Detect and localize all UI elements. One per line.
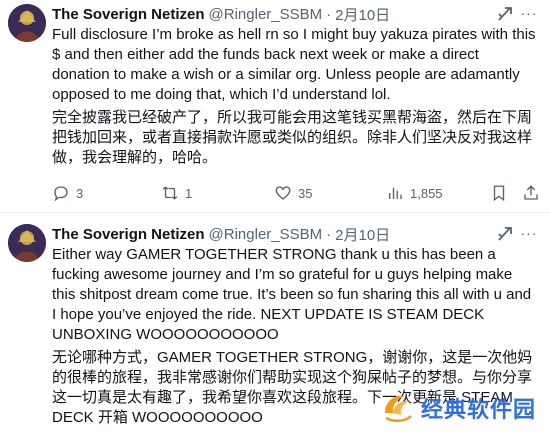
separator: · — [326, 5, 332, 23]
tweet-actions: 3 1 35 1,855 — [52, 182, 542, 204]
retweet-button[interactable]: 1 — [161, 182, 192, 204]
grok-icon[interactable] — [496, 5, 514, 23]
display-name[interactable]: The Soverign Netizen — [52, 6, 205, 23]
watermark-logo-icon — [384, 395, 412, 422]
tweet-date[interactable]: 2月10日 — [335, 4, 390, 25]
watermark: 经典软件园 — [381, 391, 536, 425]
separator: · — [326, 225, 332, 243]
more-icon[interactable]: ··· — [518, 223, 540, 243]
reply-button[interactable]: 3 — [52, 182, 83, 204]
tweet-text-en: Full disclosure I’m broke as hell rn so … — [52, 26, 536, 103]
like-button[interactable]: 35 — [274, 182, 312, 204]
tweet-header: The Soverign Netizen @Ringler_SSBM · 2月1… — [52, 223, 542, 245]
more-icon[interactable]: ··· — [518, 3, 540, 23]
watermark-text: 经典软件园 — [420, 398, 536, 423]
views-count: 1,855 — [410, 185, 443, 201]
views-button[interactable]: 1,855 — [386, 182, 443, 204]
tweet-date[interactable]: 2月10日 — [335, 224, 390, 245]
like-count: 35 — [298, 185, 313, 201]
retweet-icon — [162, 186, 178, 200]
share-icon — [524, 185, 538, 200]
avatar[interactable] — [8, 224, 46, 262]
avatar[interactable] — [8, 4, 46, 42]
share-button[interactable] — [522, 182, 540, 204]
display-name[interactable]: The Soverign Netizen — [52, 226, 205, 243]
user-handle[interactable]: @Ringler_SSBM — [209, 226, 323, 243]
tweet-text-zh: 完全披露我已经破产了，所以我可能会用这笔钱买黑帮海盗，然后在下周把钱加回来，或者… — [52, 109, 533, 166]
tweet-1[interactable]: The Soverign Netizen @Ringler_SSBM · 2月1… — [0, 0, 550, 213]
tweet-text-en: Either way GAMER TOGETHER STRONG thank u… — [52, 246, 532, 343]
grok-icon[interactable] — [496, 225, 514, 243]
bookmark-icon — [493, 185, 505, 202]
bookmark-button[interactable] — [490, 182, 508, 204]
retweet-count: 1 — [185, 185, 193, 201]
like-icon — [275, 186, 291, 200]
user-handle[interactable]: @Ringler_SSBM — [209, 6, 323, 23]
tweet-header: The Soverign Netizen @Ringler_SSBM · 2月1… — [52, 3, 542, 25]
views-icon — [389, 187, 402, 199]
reply-icon — [54, 186, 68, 202]
reply-count: 3 — [76, 185, 84, 201]
